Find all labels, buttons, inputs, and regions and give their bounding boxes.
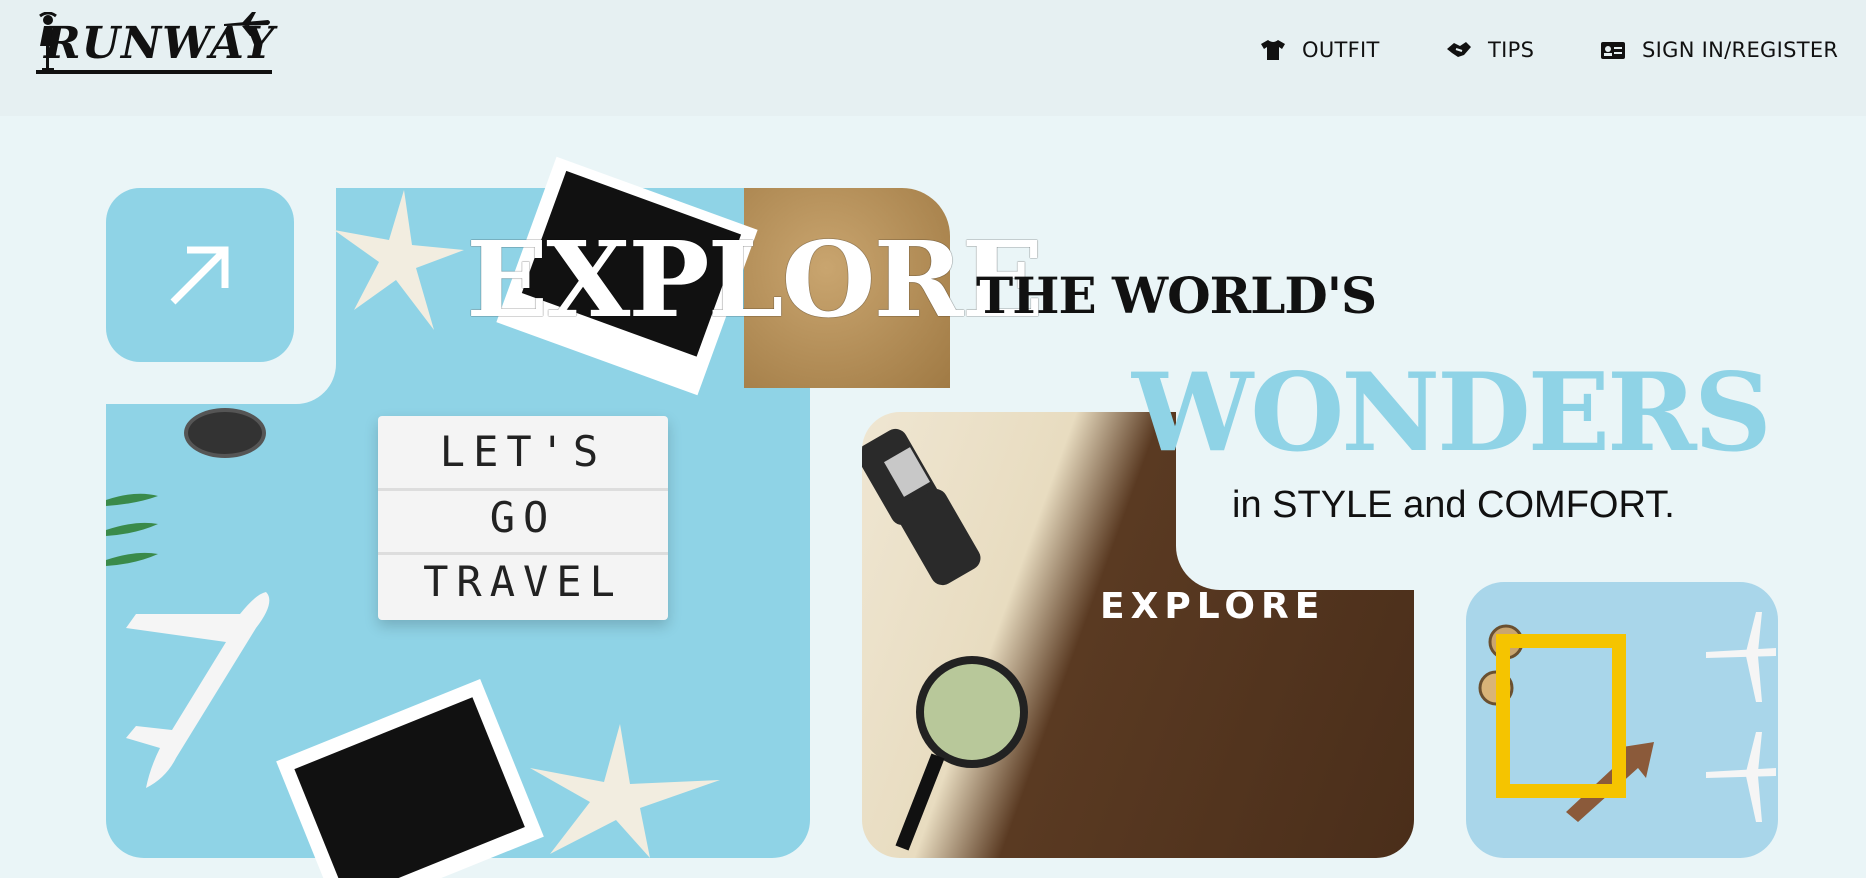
logo-underline xyxy=(36,70,272,74)
arrow-tile-button[interactable] xyxy=(106,188,294,362)
binoculars-icon xyxy=(862,428,981,586)
compass-icon xyxy=(184,408,266,458)
airplane-icon xyxy=(224,12,270,36)
tshirt-icon xyxy=(1260,39,1286,61)
explore-sign-text: EXPLORE xyxy=(1100,586,1326,627)
airplane-icon xyxy=(126,592,270,788)
lightbox-line: GO xyxy=(489,493,557,542)
airplane-icon xyxy=(1706,732,1776,822)
nav-outfit[interactable]: OUTFIT xyxy=(1260,36,1380,64)
magnifier-icon xyxy=(895,656,1028,851)
yellow-frame xyxy=(1496,634,1626,798)
arrow-up-right-icon xyxy=(170,246,229,305)
nav-sign-in[interactable]: SIGN IN/REGISTER xyxy=(1600,36,1838,64)
airplane-icon xyxy=(1706,612,1776,702)
starfish-icon xyxy=(530,724,720,858)
nav-tips[interactable]: TIPS xyxy=(1446,36,1534,64)
hero-headline-explore: EXPLORE xyxy=(466,218,1044,341)
hero-subheadline: in STYLE and COMFORT. xyxy=(1232,484,1675,526)
lightbox-line: TRAVEL xyxy=(423,557,623,606)
site-header: RUNWAY OUTFIT TIPS SIGN IN/REGISTER xyxy=(0,0,1866,116)
lightbox-sign: LET'S GO TRAVEL xyxy=(378,416,668,620)
runway-logo[interactable]: RUNWAY xyxy=(34,12,282,78)
nav-outfit-label: OUTFIT xyxy=(1302,38,1380,62)
handshake-icon xyxy=(1446,39,1472,61)
leaf-icon xyxy=(106,493,158,566)
nav-tips-label: TIPS xyxy=(1488,38,1535,62)
lightbox-line: LET'S xyxy=(439,427,607,476)
nav-sign-in-label: SIGN IN/REGISTER xyxy=(1642,38,1839,62)
hero-headline-wonders: WONDERS xyxy=(1132,350,1772,476)
starfish-icon xyxy=(334,190,464,330)
id-card-icon xyxy=(1600,39,1626,61)
hero-headline-world: THE WORLD'S xyxy=(976,266,1377,325)
